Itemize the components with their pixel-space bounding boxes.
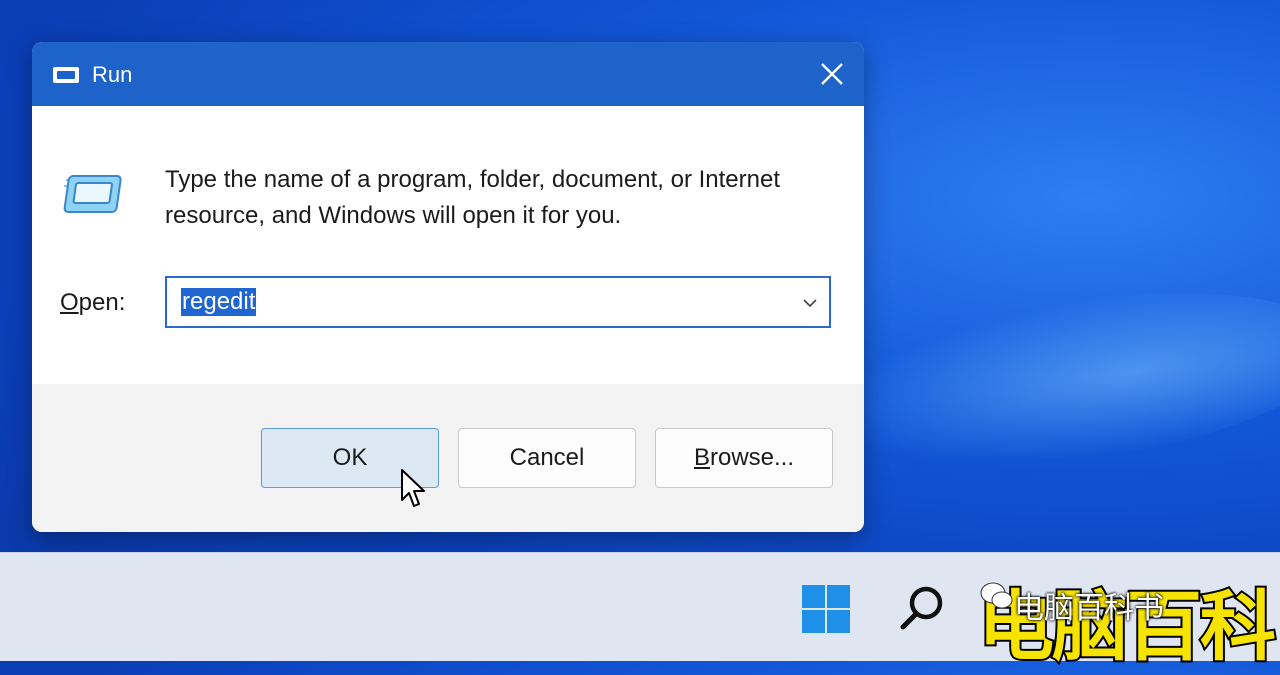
windows-start-icon[interactable] <box>800 583 852 635</box>
cancel-button[interactable]: Cancel <box>458 428 636 488</box>
open-label: Open: <box>60 289 126 316</box>
close-icon <box>821 63 843 85</box>
mouse-pointer-icon <box>401 469 425 507</box>
dialog-content: Type the name of a program, folder, docu… <box>32 106 864 384</box>
title-bar[interactable]: Run <box>32 42 864 106</box>
watermark: 电脑百科 电脑百科书 <box>976 553 1278 673</box>
browse-button[interactable]: Browse... <box>655 428 833 488</box>
wechat-icon <box>980 582 1013 609</box>
wallpaper-swoosh <box>811 264 1280 496</box>
run-dialog: Run Type the name of a program, folder, … <box>32 42 864 532</box>
run-app-icon <box>53 67 79 83</box>
dialog-description: Type the name of a program, folder, docu… <box>165 166 781 229</box>
open-input[interactable]: regedit <box>181 288 257 316</box>
close-button[interactable] <box>814 56 850 92</box>
dialog-title: Run <box>92 62 133 87</box>
open-combobox[interactable]: regedit <box>165 276 831 328</box>
watermark-small-text: 电脑百科书 <box>1014 591 1164 626</box>
taskbar: 电脑百科 电脑百科书 <box>0 552 1280 673</box>
search-icon[interactable] <box>898 583 948 633</box>
dialog-footer: OK Cancel Browse... <box>32 384 864 532</box>
run-icon <box>63 175 122 213</box>
chevron-down-icon[interactable] <box>801 294 819 312</box>
